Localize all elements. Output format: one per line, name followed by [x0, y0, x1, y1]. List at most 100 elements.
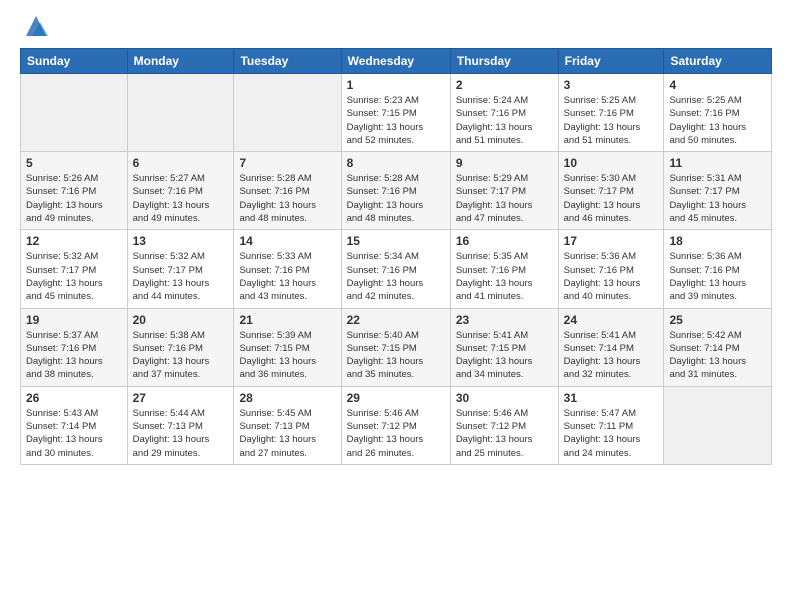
calendar-cell: 2 Sunrise: 5:24 AM Sunset: 7:16 PM Daylig… [450, 74, 558, 152]
day-number: 16 [456, 234, 553, 248]
calendar-cell: 9 Sunrise: 5:29 AM Sunset: 7:17 PM Daylig… [450, 152, 558, 230]
day-info: Sunrise: 5:39 AM Sunset: 7:15 PM Dayligh… [239, 329, 335, 382]
calendar-cell: 15 Sunrise: 5:34 AM Sunset: 7:16 PM Dayli… [341, 230, 450, 308]
day-info: Sunrise: 5:24 AM Sunset: 7:16 PM Dayligh… [456, 94, 553, 147]
day-number: 22 [347, 313, 445, 327]
calendar-cell: 22 Sunrise: 5:40 AM Sunset: 7:15 PM Dayli… [341, 308, 450, 386]
calendar-cell: 26 Sunrise: 5:43 AM Sunset: 7:14 PM Dayli… [21, 386, 128, 464]
calendar-cell: 13 Sunrise: 5:32 AM Sunset: 7:17 PM Dayli… [127, 230, 234, 308]
day-number: 9 [456, 156, 553, 170]
day-number: 29 [347, 391, 445, 405]
day-info: Sunrise: 5:36 AM Sunset: 7:16 PM Dayligh… [564, 250, 659, 303]
day-number: 1 [347, 78, 445, 92]
day-info: Sunrise: 5:29 AM Sunset: 7:17 PM Dayligh… [456, 172, 553, 225]
calendar-cell: 10 Sunrise: 5:30 AM Sunset: 7:17 PM Dayli… [558, 152, 664, 230]
calendar-week-row: 19 Sunrise: 5:37 AM Sunset: 7:16 PM Dayli… [21, 308, 772, 386]
calendar-cell: 3 Sunrise: 5:25 AM Sunset: 7:16 PM Daylig… [558, 74, 664, 152]
weekday-header: Thursday [450, 49, 558, 74]
day-number: 4 [669, 78, 766, 92]
calendar-cell: 25Sunrise: 5:42 AM Sunset: 7:14 PM Dayli… [664, 308, 772, 386]
day-info: Sunrise: 5:40 AM Sunset: 7:15 PM Dayligh… [347, 329, 445, 382]
calendar-week-row: 12 Sunrise: 5:32 AM Sunset: 7:17 PM Dayli… [21, 230, 772, 308]
calendar-cell: 1Sunrise: 5:23 AM Sunset: 7:15 PM Daylig… [341, 74, 450, 152]
day-info: Sunrise: 5:33 AM Sunset: 7:16 PM Dayligh… [239, 250, 335, 303]
weekday-header: Wednesday [341, 49, 450, 74]
day-info: Sunrise: 5:47 AM Sunset: 7:11 PM Dayligh… [564, 407, 659, 460]
weekday-header: Monday [127, 49, 234, 74]
day-number: 19 [26, 313, 122, 327]
day-number: 30 [456, 391, 553, 405]
day-number: 7 [239, 156, 335, 170]
calendar-cell: 17 Sunrise: 5:36 AM Sunset: 7:16 PM Dayli… [558, 230, 664, 308]
calendar-cell: 16 Sunrise: 5:35 AM Sunset: 7:16 PM Dayli… [450, 230, 558, 308]
day-info: Sunrise: 5:34 AM Sunset: 7:16 PM Dayligh… [347, 250, 445, 303]
day-info: Sunrise: 5:27 AM Sunset: 7:16 PM Dayligh… [133, 172, 229, 225]
day-info: Sunrise: 5:41 AM Sunset: 7:14 PM Dayligh… [564, 329, 659, 382]
calendar-cell: 18 Sunrise: 5:36 AM Sunset: 7:16 PM Dayli… [664, 230, 772, 308]
day-number: 8 [347, 156, 445, 170]
calendar-cell: 7 Sunrise: 5:28 AM Sunset: 7:16 PM Daylig… [234, 152, 341, 230]
day-info: Sunrise: 5:44 AM Sunset: 7:13 PM Dayligh… [133, 407, 229, 460]
logo-icon [22, 12, 50, 40]
day-number: 2 [456, 78, 553, 92]
calendar-cell: 27 Sunrise: 5:44 AM Sunset: 7:13 PM Dayli… [127, 386, 234, 464]
calendar-cell: 19 Sunrise: 5:37 AM Sunset: 7:16 PM Dayli… [21, 308, 128, 386]
day-info: Sunrise: 5:46 AM Sunset: 7:12 PM Dayligh… [456, 407, 553, 460]
day-number: 10 [564, 156, 659, 170]
day-number: 18 [669, 234, 766, 248]
calendar-cell [234, 74, 341, 152]
day-info: Sunrise: 5:46 AM Sunset: 7:12 PM Dayligh… [347, 407, 445, 460]
day-info: Sunrise: 5:43 AM Sunset: 7:14 PM Dayligh… [26, 407, 122, 460]
day-number: 14 [239, 234, 335, 248]
day-number: 28 [239, 391, 335, 405]
calendar-cell: 28 Sunrise: 5:45 AM Sunset: 7:13 PM Dayli… [234, 386, 341, 464]
page: SundayMondayTuesdayWednesdayThursdayFrid… [0, 0, 792, 485]
calendar-cell: 12Sunrise: 5:32 AM Sunset: 7:17 PM Dayli… [21, 230, 128, 308]
calendar: SundayMondayTuesdayWednesdayThursdayFrid… [20, 48, 772, 465]
day-number: 21 [239, 313, 335, 327]
day-info: Sunrise: 5:28 AM Sunset: 7:16 PM Dayligh… [347, 172, 445, 225]
calendar-week-row: 5Sunrise: 5:26 AM Sunset: 7:16 PM Daylig… [21, 152, 772, 230]
weekday-header: Friday [558, 49, 664, 74]
day-number: 24 [564, 313, 659, 327]
day-number: 26 [26, 391, 122, 405]
calendar-cell: 30 Sunrise: 5:46 AM Sunset: 7:12 PM Dayli… [450, 386, 558, 464]
calendar-cell [21, 74, 128, 152]
day-number: 27 [133, 391, 229, 405]
logo [20, 16, 50, 40]
calendar-cell: 29 Sunrise: 5:46 AM Sunset: 7:12 PM Dayli… [341, 386, 450, 464]
day-info: Sunrise: 5:37 AM Sunset: 7:16 PM Dayligh… [26, 329, 122, 382]
day-info: Sunrise: 5:35 AM Sunset: 7:16 PM Dayligh… [456, 250, 553, 303]
weekday-header: Tuesday [234, 49, 341, 74]
calendar-cell: 8 Sunrise: 5:28 AM Sunset: 7:16 PM Daylig… [341, 152, 450, 230]
day-info: Sunrise: 5:25 AM Sunset: 7:16 PM Dayligh… [669, 94, 766, 147]
day-number: 23 [456, 313, 553, 327]
day-info: Sunrise: 5:38 AM Sunset: 7:16 PM Dayligh… [133, 329, 229, 382]
day-info: Sunrise: 5:32 AM Sunset: 7:17 PM Dayligh… [133, 250, 229, 303]
calendar-cell: 4 Sunrise: 5:25 AM Sunset: 7:16 PM Daylig… [664, 74, 772, 152]
day-info: Sunrise: 5:25 AM Sunset: 7:16 PM Dayligh… [564, 94, 659, 147]
calendar-cell [127, 74, 234, 152]
calendar-cell: 24 Sunrise: 5:41 AM Sunset: 7:14 PM Dayli… [558, 308, 664, 386]
calendar-cell: 20Sunrise: 5:38 AM Sunset: 7:16 PM Dayli… [127, 308, 234, 386]
weekday-header: Saturday [664, 49, 772, 74]
day-info: Sunrise: 5:36 AM Sunset: 7:16 PM Dayligh… [669, 250, 766, 303]
calendar-week-row: 1Sunrise: 5:23 AM Sunset: 7:15 PM Daylig… [21, 74, 772, 152]
day-number: 17 [564, 234, 659, 248]
day-info: Sunrise: 5:26 AM Sunset: 7:16 PM Dayligh… [26, 172, 122, 225]
header [20, 16, 772, 40]
day-info: Sunrise: 5:31 AM Sunset: 7:17 PM Dayligh… [669, 172, 766, 225]
calendar-cell: 23Sunrise: 5:41 AM Sunset: 7:15 PM Dayli… [450, 308, 558, 386]
day-number: 3 [564, 78, 659, 92]
calendar-cell: 11 Sunrise: 5:31 AM Sunset: 7:17 PM Dayli… [664, 152, 772, 230]
day-number: 15 [347, 234, 445, 248]
day-info: Sunrise: 5:45 AM Sunset: 7:13 PM Dayligh… [239, 407, 335, 460]
day-number: 11 [669, 156, 766, 170]
calendar-week-row: 26 Sunrise: 5:43 AM Sunset: 7:14 PM Dayli… [21, 386, 772, 464]
day-number: 6 [133, 156, 229, 170]
day-info: Sunrise: 5:30 AM Sunset: 7:17 PM Dayligh… [564, 172, 659, 225]
day-info: Sunrise: 5:42 AM Sunset: 7:14 PM Dayligh… [669, 329, 766, 382]
day-number: 12 [26, 234, 122, 248]
day-number: 13 [133, 234, 229, 248]
day-info: Sunrise: 5:28 AM Sunset: 7:16 PM Dayligh… [239, 172, 335, 225]
